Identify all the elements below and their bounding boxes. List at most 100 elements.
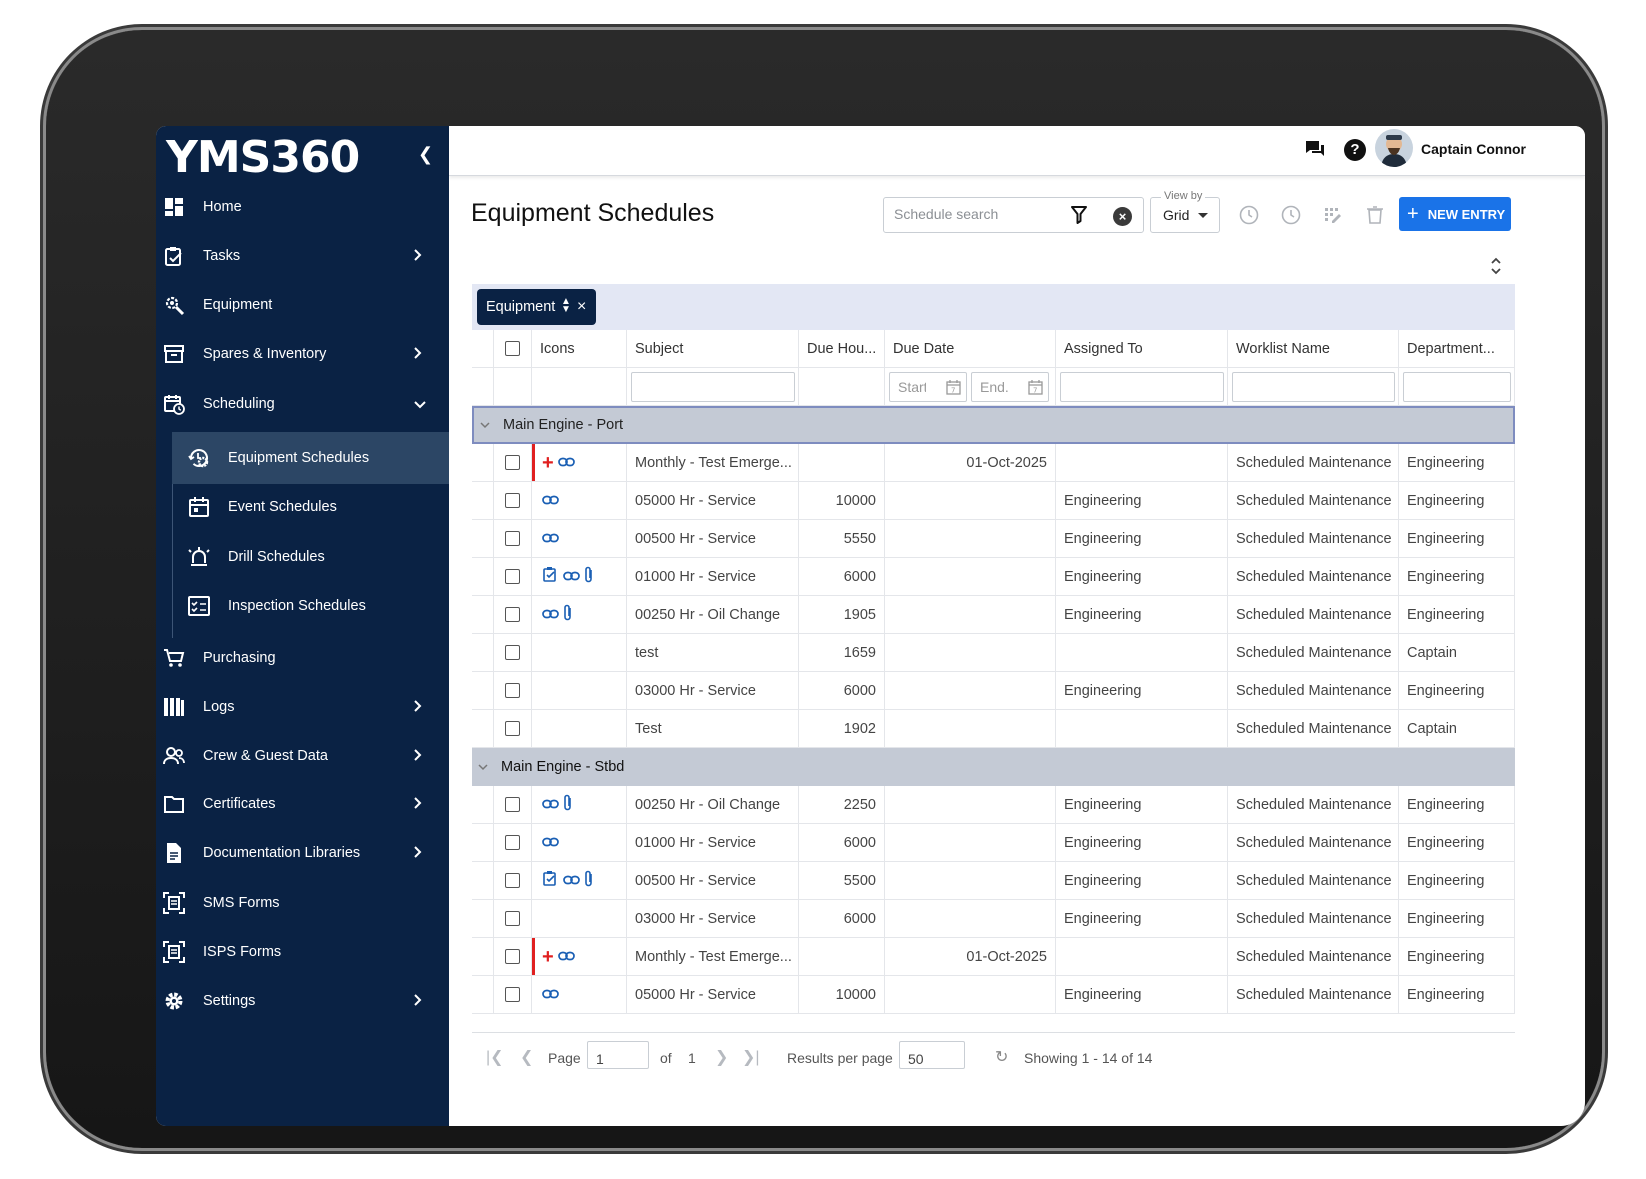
- task-icon[interactable]: [542, 566, 559, 587]
- link-icon[interactable]: [542, 493, 559, 509]
- link-icon[interactable]: [542, 835, 559, 851]
- row-checkbox[interactable]: [505, 911, 520, 926]
- sort-icon[interactable]: ▲ ▼: [561, 297, 571, 315]
- chevron-down-icon[interactable]: [478, 760, 488, 774]
- subject-cell[interactable]: 00500 Hr - Service: [627, 862, 799, 899]
- sidebar-item-documentation-libraries[interactable]: Documentation Libraries: [156, 830, 449, 876]
- select-all-checkbox[interactable]: [505, 341, 520, 356]
- sidebar-subitem-event-schedules[interactable]: Event Schedules: [172, 481, 449, 533]
- table-row[interactable]: Test 1902 Scheduled Maintenance Captain: [472, 710, 1515, 748]
- chat-icon[interactable]: [1304, 139, 1326, 164]
- column-header-due-date[interactable]: Due Date: [885, 330, 1056, 367]
- edit-grid-icon[interactable]: [1322, 204, 1344, 226]
- sidebar-item-crew-guest-data[interactable]: Crew & Guest Data: [156, 733, 449, 779]
- sidebar-item-purchasing[interactable]: Purchasing: [156, 635, 449, 681]
- row-checkbox[interactable]: [505, 873, 520, 888]
- prev-page-icon[interactable]: ❮: [520, 1047, 533, 1067]
- column-header-due-hours[interactable]: Due Hou...: [799, 330, 885, 367]
- sidebar-item-spares-inventory[interactable]: Spares & Inventory: [156, 331, 449, 377]
- subject-cell[interactable]: Monthly - Test Emerge...: [627, 938, 799, 975]
- sidebar-item-tasks[interactable]: Tasks: [156, 233, 449, 279]
- table-row[interactable]: + Monthly - Test Emerge... 01-Oct-2025 Sche…: [472, 938, 1515, 976]
- sidebar-item-settings[interactable]: Settings: [156, 978, 449, 1024]
- first-page-icon[interactable]: |❮: [486, 1047, 504, 1067]
- next-page-icon[interactable]: ❯: [715, 1047, 728, 1067]
- table-row[interactable]: + Monthly - Test Emerge... 01-Oct-2025 Sche…: [472, 444, 1515, 482]
- row-checkbox[interactable]: [505, 949, 520, 964]
- table-row[interactable]: 05000 Hr - Service 10000 Engineering Schedu…: [472, 482, 1515, 520]
- sidebar-item-equipment[interactable]: Equipment: [156, 282, 449, 328]
- attachment-icon[interactable]: [563, 604, 573, 626]
- new-entry-button[interactable]: + NEW ENTRY: [1399, 197, 1511, 231]
- view-by-select[interactable]: View by Grid: [1150, 190, 1220, 233]
- sidebar-subitem-drill-schedules[interactable]: Drill Schedules: [172, 531, 449, 583]
- help-icon[interactable]: ?: [1344, 139, 1366, 161]
- table-row[interactable]: 00500 Hr - Service 5500 Engineering Schedul…: [472, 862, 1515, 900]
- row-checkbox[interactable]: [505, 835, 520, 850]
- sidebar-subitem-equipment-schedules[interactable]: Equipment Schedules: [172, 432, 449, 484]
- row-checkbox[interactable]: [505, 987, 520, 1002]
- link-icon[interactable]: [542, 797, 559, 813]
- column-header-worklist-name[interactable]: Worklist Name: [1228, 330, 1399, 367]
- trash-icon[interactable]: [1364, 204, 1386, 226]
- column-header-subject[interactable]: Subject: [627, 330, 799, 367]
- link-icon[interactable]: [542, 987, 559, 1003]
- sidebar-item-sms-forms[interactable]: SMS Forms: [156, 880, 449, 926]
- table-row[interactable]: 00250 Hr - Oil Change 2250 Engineering Sche…: [472, 786, 1515, 824]
- subject-cell[interactable]: Monthly - Test Emerge...: [627, 444, 799, 481]
- link-icon[interactable]: [557, 455, 575, 471]
- department-filter-input[interactable]: [1402, 371, 1511, 402]
- row-checkbox[interactable]: [505, 645, 520, 660]
- worklist-name-filter-input[interactable]: [1231, 371, 1395, 402]
- table-row[interactable]: 03000 Hr - Service 6000 Engineering Schedul…: [472, 672, 1515, 710]
- row-checkbox[interactable]: [505, 683, 520, 698]
- group-row[interactable]: Main Engine - Stbd: [472, 748, 1515, 786]
- subject-cell[interactable]: 03000 Hr - Service: [627, 900, 799, 937]
- remove-group-icon[interactable]: ×: [577, 298, 586, 316]
- sidebar-item-logs[interactable]: Logs: [156, 684, 449, 730]
- calendar-icon[interactable]: 7: [946, 379, 961, 398]
- subject-cell[interactable]: 00250 Hr - Oil Change: [627, 596, 799, 633]
- task-icon[interactable]: [542, 870, 559, 891]
- subject-cell[interactable]: 01000 Hr - Service: [627, 558, 799, 595]
- column-header-icons[interactable]: Icons: [532, 330, 627, 367]
- row-checkbox[interactable]: [505, 531, 520, 546]
- row-checkbox[interactable]: [505, 797, 520, 812]
- clear-search-icon[interactable]: ×: [1113, 207, 1132, 226]
- subject-cell[interactable]: 05000 Hr - Service: [627, 976, 799, 1013]
- row-checkbox[interactable]: [505, 721, 520, 736]
- row-checkbox[interactable]: [505, 607, 520, 622]
- subject-cell[interactable]: 03000 Hr - Service: [627, 672, 799, 709]
- page-number-input[interactable]: 1: [587, 1041, 649, 1069]
- sidebar-item-home[interactable]: Home: [156, 184, 449, 230]
- subject-cell[interactable]: Test: [627, 710, 799, 747]
- due-date-start-filter[interactable]: Start 7: [889, 371, 967, 402]
- attachment-icon[interactable]: [563, 794, 573, 816]
- clock-icon[interactable]: [1238, 204, 1260, 226]
- subject-cell[interactable]: 00500 Hr - Service: [627, 520, 799, 557]
- subject-cell[interactable]: 00250 Hr - Oil Change: [627, 786, 799, 823]
- column-header-assigned-to[interactable]: Assigned To: [1056, 330, 1228, 367]
- add-icon[interactable]: +: [542, 453, 554, 473]
- subject-cell[interactable]: test: [627, 634, 799, 671]
- expand-collapse-icon[interactable]: [1490, 256, 1502, 281]
- due-date-end-filter[interactable]: End. 7: [971, 371, 1049, 402]
- last-page-icon[interactable]: ❯|: [742, 1047, 760, 1067]
- row-checkbox[interactable]: [505, 455, 520, 470]
- link-icon[interactable]: [542, 531, 559, 547]
- sidebar-item-scheduling[interactable]: Scheduling: [156, 381, 449, 427]
- link-icon[interactable]: [563, 569, 580, 585]
- table-row[interactable]: 01000 Hr - Service 6000 Engineering Schedul…: [472, 824, 1515, 862]
- table-row[interactable]: 00250 Hr - Oil Change 1905 Engineering Sche…: [472, 596, 1515, 634]
- link-icon[interactable]: [563, 873, 580, 889]
- link-icon[interactable]: [557, 949, 575, 965]
- sidebar-item-isps-forms[interactable]: ISPS Forms: [156, 929, 449, 975]
- table-row[interactable]: 03000 Hr - Service 6000 Engineering Schedul…: [472, 900, 1515, 938]
- calendar-icon[interactable]: 7: [1028, 379, 1043, 398]
- table-row[interactable]: 01000 Hr - Service 6000 Engineering Schedul…: [472, 558, 1515, 596]
- refresh-icon[interactable]: ↻: [995, 1047, 1008, 1067]
- attachment-icon[interactable]: [584, 566, 594, 588]
- row-checkbox[interactable]: [505, 569, 520, 584]
- user-name[interactable]: Captain Connor: [1421, 141, 1526, 157]
- filter-icon[interactable]: [1071, 206, 1087, 229]
